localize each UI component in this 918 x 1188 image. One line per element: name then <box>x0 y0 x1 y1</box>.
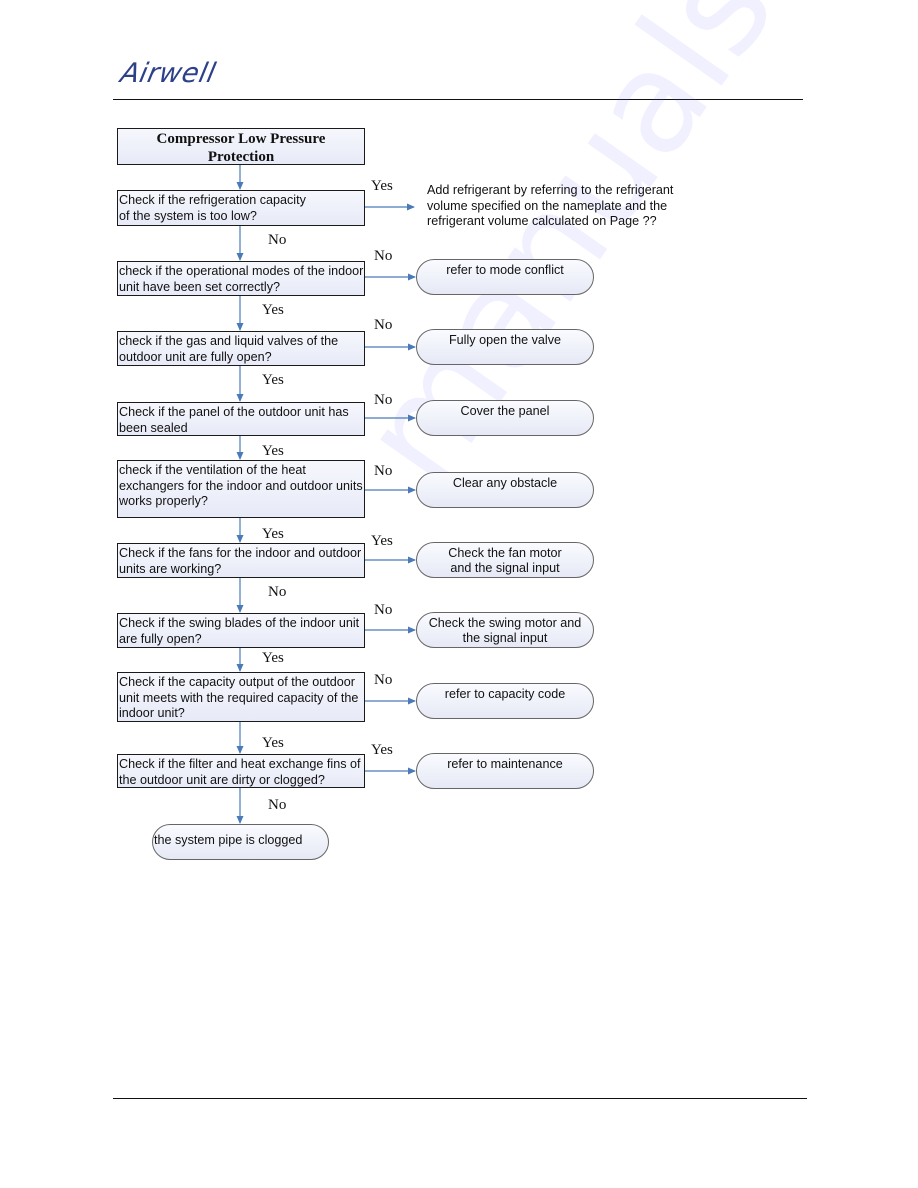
connectors <box>236 165 416 824</box>
next-label: Yes <box>262 735 284 751</box>
footer-rule <box>113 1098 807 1099</box>
branch-label: Yes <box>371 742 393 758</box>
decision-box: Check if the filter and heat exchange fi… <box>117 754 365 788</box>
decision-box: check if the ventilation of the heat exc… <box>117 460 365 518</box>
decision-box: Check if the swing blades of the indoor … <box>117 613 365 648</box>
decision-box: Check if the fans for the indoor and out… <box>117 543 365 578</box>
action-terminator: Clear any obstacle <box>416 472 594 508</box>
action-terminator: refer to maintenance <box>416 753 594 789</box>
decision-box: Check if the panel of the outdoor unit h… <box>117 402 365 436</box>
header-rule <box>113 99 803 100</box>
next-label: Yes <box>262 650 284 666</box>
action-terminator: refer to mode conflict <box>416 259 594 295</box>
watermark: manualshive.com <box>330 0 918 513</box>
flowchart-title: Compressor Low Pressure Protection <box>117 128 365 165</box>
action-terminator: refer to capacity code <box>416 683 594 719</box>
action-terminator: Fully open the valve <box>416 329 594 365</box>
end-terminator: the system pipe is clogged <box>152 824 329 860</box>
next-label: Yes <box>262 443 284 459</box>
branch-label: Yes <box>371 533 393 549</box>
next-label: Yes <box>262 372 284 388</box>
decision-box: check if the gas and liquid valves of th… <box>117 331 365 366</box>
branch-label: No <box>374 602 393 618</box>
decision-box: Check if the capacity output of the outd… <box>117 672 365 722</box>
branch-label: No <box>374 392 393 408</box>
branch-label: No <box>374 463 393 479</box>
branch-label: Yes <box>371 178 393 194</box>
branch-label: No <box>374 317 393 333</box>
branch-label: No <box>374 248 393 264</box>
decision-box: check if the operational modes of the in… <box>117 261 365 296</box>
next-label: No <box>268 797 287 813</box>
action-terminator: Cover the panel <box>416 400 594 436</box>
action-terminator: Check the swing motor and the signal inp… <box>416 612 594 648</box>
branch-label: No <box>374 672 393 688</box>
decision-box: Check if the refrigeration capacity of t… <box>117 190 365 226</box>
next-label: No <box>268 584 287 600</box>
next-label: No <box>268 232 287 248</box>
next-label: Yes <box>262 526 284 542</box>
airwell-logo: Airwell <box>117 58 219 89</box>
next-label: Yes <box>262 302 284 318</box>
action-note: Add refrigerant by referring to the refr… <box>427 183 674 228</box>
action-terminator: Check the fan motor and the signal input <box>416 542 594 578</box>
